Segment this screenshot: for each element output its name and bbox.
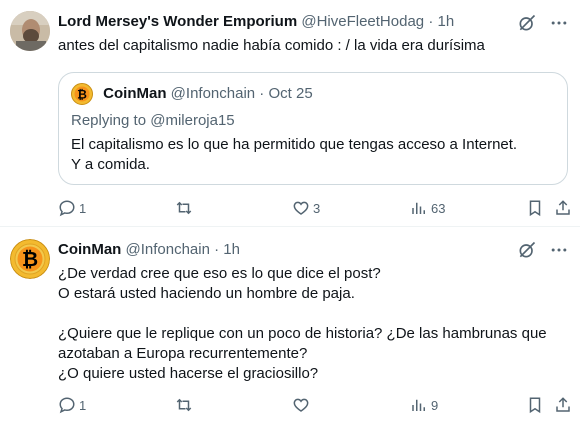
grok-icon[interactable] bbox=[516, 12, 538, 34]
bookmark-icon bbox=[529, 200, 541, 217]
tweet-header: CoinMan @Infonchain · 1h bbox=[58, 240, 240, 260]
reply-icon bbox=[59, 397, 75, 414]
like-icon bbox=[293, 398, 309, 412]
more-icon[interactable] bbox=[548, 12, 570, 34]
like-button[interactable] bbox=[292, 395, 313, 415]
quote-author-handle[interactable]: @Infonchain bbox=[171, 85, 255, 102]
reply-button[interactable]: 1 bbox=[58, 198, 86, 218]
bitcoin-avatar-icon[interactable]: ₿ bbox=[10, 239, 50, 279]
replying-to-label: Replying to bbox=[71, 112, 147, 129]
action-bar: 1 3 63 bbox=[58, 198, 570, 218]
bitcoin-avatar-icon[interactable]: ₿ bbox=[71, 83, 93, 105]
quote-text-line: El capitalismo es lo que ha permitido qu… bbox=[71, 136, 518, 153]
tweet-top-icons bbox=[516, 12, 570, 34]
share-button[interactable] bbox=[554, 198, 572, 218]
tweet-text-line: ¿Quiere que le replique con un poco de h… bbox=[58, 325, 547, 342]
author-name[interactable]: CoinMan bbox=[58, 241, 121, 258]
share-icon bbox=[556, 397, 570, 412]
tweet-top-icons bbox=[516, 239, 570, 261]
author-name[interactable]: Lord Mersey's Wonder Emporium bbox=[58, 13, 297, 30]
retweet-icon bbox=[176, 398, 192, 412]
action-bar: 1 9 bbox=[58, 395, 570, 415]
avatar[interactable] bbox=[10, 11, 50, 51]
views-button[interactable]: 9 bbox=[410, 395, 438, 415]
quote-header: ₿ CoinMan @Infonchain · Oct 25 bbox=[71, 83, 313, 105]
author-handle[interactable]: @HiveFleetHodag bbox=[301, 13, 424, 30]
share-button[interactable] bbox=[554, 395, 572, 415]
views-icon bbox=[412, 399, 425, 411]
separator: · bbox=[214, 241, 220, 258]
reply-icon bbox=[59, 200, 75, 217]
quote-text: El capitalismo es lo que ha permitido qu… bbox=[71, 135, 517, 175]
tweet[interactable]: ₿ CoinMan @Infonchain · 1h ¿De verdad cr… bbox=[0, 227, 580, 425]
separator: · bbox=[259, 85, 265, 102]
tweet-text: ¿De verdad cree que eso es lo que dice e… bbox=[58, 264, 564, 384]
tweet-text-line: ¿O quiere usted hacerse el graciosillo? bbox=[58, 365, 319, 382]
tweet-text-line: ¿De verdad cree que eso es lo que dice e… bbox=[58, 265, 381, 282]
tweet-text-line bbox=[58, 304, 564, 324]
replying-to: Replying to @mileroja15 bbox=[71, 111, 235, 131]
views-count: 63 bbox=[431, 200, 446, 216]
tweet-text: antes del capitalismo nadie había comido… bbox=[58, 36, 564, 56]
grok-icon[interactable] bbox=[516, 239, 538, 261]
reply-count: 1 bbox=[79, 200, 87, 216]
views-count: 9 bbox=[431, 397, 439, 413]
timestamp[interactable]: 1h bbox=[437, 13, 454, 30]
tweet-text-line: antes del capitalismo nadie había comido… bbox=[58, 37, 485, 54]
views-button[interactable]: 63 bbox=[410, 198, 445, 218]
tweet-text-line: O estará usted haciendo un hombre de paj… bbox=[58, 285, 355, 302]
more-icon[interactable] bbox=[548, 239, 570, 261]
tweet-text-line: azotaban a Europa recurrentemente? bbox=[58, 345, 308, 362]
quote-author-name[interactable]: CoinMan bbox=[103, 85, 166, 102]
separator: · bbox=[428, 13, 434, 30]
retweet-icon bbox=[176, 201, 192, 215]
quoted-tweet[interactable]: ₿ CoinMan @Infonchain · Oct 25 Replying … bbox=[58, 72, 568, 185]
bookmark-icon bbox=[529, 397, 541, 414]
quote-text-line: Y a comida. bbox=[71, 156, 150, 173]
author-handle[interactable]: @Infonchain bbox=[126, 241, 210, 258]
reply-button[interactable]: 1 bbox=[58, 395, 86, 415]
share-icon bbox=[556, 200, 570, 215]
like-count: 3 bbox=[313, 200, 321, 216]
tweet-header: Lord Mersey's Wonder Emporium @HiveFleet… bbox=[58, 12, 454, 32]
retweet-button[interactable] bbox=[175, 198, 196, 218]
reply-count: 1 bbox=[79, 397, 87, 413]
like-icon bbox=[293, 201, 309, 215]
retweet-button[interactable] bbox=[175, 395, 196, 415]
bookmark-button[interactable] bbox=[526, 198, 544, 218]
like-button[interactable]: 3 bbox=[292, 198, 320, 218]
tweet[interactable]: Lord Mersey's Wonder Emporium @HiveFleet… bbox=[0, 0, 580, 226]
views-icon bbox=[412, 202, 425, 214]
bookmark-button[interactable] bbox=[526, 395, 544, 415]
svg-text:₿: ₿ bbox=[22, 249, 38, 271]
timestamp[interactable]: 1h bbox=[223, 241, 240, 258]
svg-text:₿: ₿ bbox=[77, 88, 87, 102]
quote-date[interactable]: Oct 25 bbox=[268, 85, 312, 102]
replying-to-handle[interactable]: @mileroja15 bbox=[150, 112, 234, 129]
